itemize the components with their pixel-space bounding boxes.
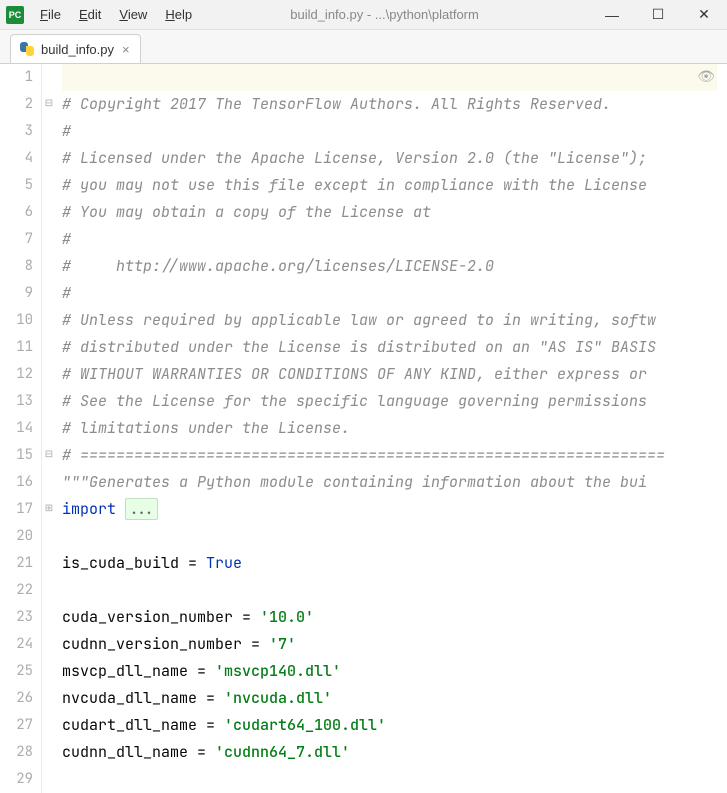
window-close-button[interactable]: ✕ [681,0,727,30]
line-number: 11 [0,334,33,361]
app-icon: PC [6,6,24,24]
code-area[interactable]: # Copyright 2017 The TensorFlow Authors.… [56,64,727,793]
window-maximize-button[interactable]: ☐ [635,0,681,30]
code-line[interactable]: import ... [62,496,727,523]
line-number-gutter: 1234567891011121314151617202122232425262… [0,64,42,793]
line-number: 2 [0,91,33,118]
code-line[interactable]: # You may obtain a copy of the License a… [62,199,727,226]
code-line[interactable]: # See the License for the specific langu… [62,388,727,415]
code-line[interactable]: is_cuda_build = True [62,550,727,577]
line-number: 13 [0,388,33,415]
line-number: 12 [0,361,33,388]
code-line[interactable]: """Generates a Python module containing … [62,469,727,496]
code-line[interactable] [62,577,727,604]
tab-close-button[interactable]: × [120,42,132,57]
line-number: 10 [0,307,33,334]
menu-file[interactable]: File [32,3,69,26]
menu-edit[interactable]: Edit [71,3,109,26]
code-line[interactable] [62,64,727,91]
menubar: File Edit View Help [32,3,200,26]
line-number: 9 [0,280,33,307]
menu-help[interactable]: Help [157,3,200,26]
line-number: 17 [0,496,33,523]
code-line[interactable]: # distributed under the License is distr… [62,334,727,361]
fold-gutter: ⊟ ⊟ ⊞ [42,64,56,793]
code-line[interactable] [62,523,727,550]
code-line[interactable]: # [62,226,727,253]
line-number: 1 [0,64,33,91]
editor-tab[interactable]: build_info.py × [10,34,141,63]
line-number: 15 [0,442,33,469]
code-line[interactable]: # you may not use this file except in co… [62,172,727,199]
line-number: 4 [0,145,33,172]
line-number: 3 [0,118,33,145]
code-line[interactable]: cuda_version_number = '10.0' [62,604,727,631]
fold-toggle-icon[interactable]: ⊟ [44,99,54,109]
code-line[interactable] [62,766,727,793]
line-number: 23 [0,604,33,631]
editor[interactable]: 1234567891011121314151617202122232425262… [0,64,727,793]
line-number: 5 [0,172,33,199]
window-controls: — ☐ ✕ [589,0,727,30]
line-number: 25 [0,658,33,685]
code-line[interactable]: # [62,280,727,307]
titlebar: PC File Edit View Help build_info.py - .… [0,0,727,30]
line-number: 27 [0,712,33,739]
code-line[interactable]: cudnn_version_number = '7' [62,631,727,658]
tab-label: build_info.py [41,42,114,57]
code-line[interactable]: msvcp_dll_name = 'msvcp140.dll' [62,658,727,685]
window-title: build_info.py - ...\python\platform [200,7,589,22]
code-line[interactable]: cudnn_dll_name = 'cudnn64_7.dll' [62,739,727,766]
code-line[interactable]: # WITHOUT WARRANTIES OR CONDITIONS OF AN… [62,361,727,388]
window-minimize-button[interactable]: — [589,0,635,30]
code-line[interactable]: nvcuda_dll_name = 'nvcuda.dll' [62,685,727,712]
python-file-icon [19,41,35,57]
line-number: 29 [0,766,33,793]
line-number: 7 [0,226,33,253]
error-stripe[interactable] [717,64,727,793]
fold-toggle-icon[interactable]: ⊟ [44,450,54,460]
line-number: 14 [0,415,33,442]
line-number: 24 [0,631,33,658]
fold-toggle-icon[interactable]: ⊞ [44,504,54,514]
line-number: 20 [0,523,33,550]
line-number: 8 [0,253,33,280]
code-line[interactable]: # Copyright 2017 The TensorFlow Authors.… [62,91,727,118]
line-number: 21 [0,550,33,577]
code-line[interactable]: # [62,118,727,145]
code-line[interactable]: cudart_dll_name = 'cudart64_100.dll' [62,712,727,739]
tabbar: build_info.py × [0,30,727,64]
line-number: 22 [0,577,33,604]
line-number: 28 [0,739,33,766]
line-number: 26 [0,685,33,712]
code-line[interactable]: # Unless required by applicable law or a… [62,307,727,334]
inspection-eye-icon[interactable]: 👁 [697,68,715,85]
code-line[interactable]: # limitations under the License. [62,415,727,442]
code-line[interactable]: # ======================================… [62,442,727,469]
line-number: 16 [0,469,33,496]
code-line[interactable]: # Licensed under the Apache License, Ver… [62,145,727,172]
code-line[interactable]: # http://www.apache.org/licenses/LICENSE… [62,253,727,280]
menu-view[interactable]: View [111,3,155,26]
line-number: 6 [0,199,33,226]
